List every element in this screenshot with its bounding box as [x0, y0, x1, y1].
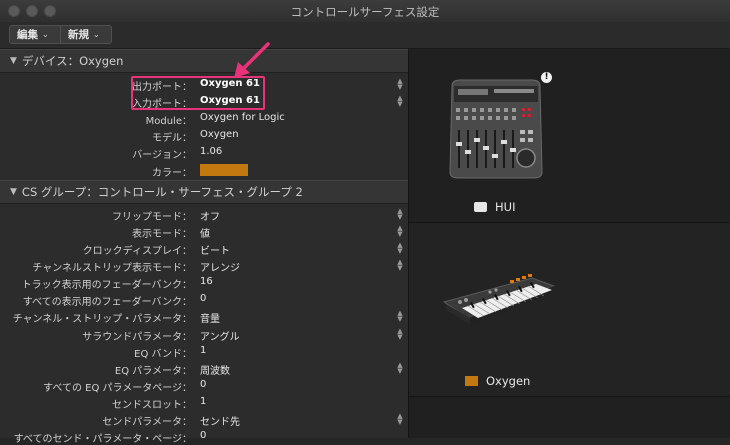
all-send-parameter-page-value[interactable]: 0	[200, 430, 206, 441]
annotation-arrow-icon	[234, 42, 270, 78]
surround-parameter-value[interactable]: アングル	[200, 328, 240, 343]
clock-display-row[interactable]: クロックディスプレイ： ビート ▲ ▼	[0, 240, 408, 258]
updown-stepper-icon[interactable]: ▲ ▼	[396, 208, 404, 221]
disclosure-triangle-icon[interactable]: ▼	[10, 56, 17, 66]
updown-stepper-icon[interactable]: ▲ ▼	[396, 95, 404, 108]
module-row: Module： Oxygen for Logic	[0, 110, 408, 127]
hui-device-name: HUI	[495, 200, 516, 214]
new-menu-label: 新規	[68, 29, 89, 41]
flip-mode-value[interactable]: オフ	[200, 208, 220, 223]
all-fader-bank-row[interactable]: すべての表示用のフェーダーバンク： 0	[0, 291, 408, 308]
edit-menu-label: 編集	[17, 29, 38, 41]
eq-parameter-label: EQ パラメータ：	[114, 366, 192, 377]
updown-stepper-icon[interactable]: ▲ ▼	[396, 413, 404, 426]
oxygen-device-label[interactable]: Oxygen	[465, 374, 530, 388]
eq-parameter-value[interactable]: 周波数	[200, 362, 230, 377]
eq-band-row[interactable]: EQ バンド： 1	[0, 343, 408, 360]
all-eq-parameter-page-value[interactable]: 0	[200, 379, 206, 390]
eq-band-label: EQ バンド：	[134, 349, 192, 360]
updown-stepper-icon[interactable]: ▲ ▼	[396, 310, 404, 323]
toolbar: 編集 ⌄ 新規 ⌄	[0, 22, 730, 49]
device-divider	[409, 396, 730, 397]
clock-display-label: クロックディスプレイ：	[82, 246, 192, 257]
disclosure-triangle-icon[interactable]: ▼	[10, 187, 17, 197]
oxygen-device-name: Oxygen	[486, 374, 531, 388]
eq-parameter-row[interactable]: EQ パラメータ： 周波数 ▲ ▼	[0, 360, 408, 378]
oxygen-color-swatch	[465, 376, 478, 386]
channel-strip-view-label: チャンネルストリップ表示モード：	[32, 263, 192, 274]
model-row: モデル： Oxygen	[0, 127, 408, 144]
updown-stepper-icon[interactable]: ▲ ▼	[396, 362, 404, 375]
version-label: バージョン：	[132, 150, 192, 161]
display-mode-row[interactable]: 表示モード： 値 ▲ ▼	[0, 223, 408, 241]
channel-strip-parameter-row[interactable]: チャンネル・ストリップ・パラメータ： 音量 ▲ ▼	[0, 308, 408, 326]
updown-stepper-icon[interactable]: ▲ ▼	[396, 242, 404, 255]
window-title: コントロールサーフェス設定	[290, 5, 440, 19]
all-send-parameter-page-row[interactable]: すべてのセンド・パラメータ・ページ： 0	[0, 428, 408, 445]
version-row: バージョン： 1.06	[0, 144, 408, 161]
all-fader-bank-value[interactable]: 0	[200, 293, 206, 304]
hui-color-swatch	[474, 202, 487, 212]
edit-menu-button[interactable]: 編集 ⌄	[9, 25, 61, 44]
send-slot-value[interactable]: 1	[200, 396, 206, 407]
all-fader-bank-label: すべての表示用のフェーダーバンク：	[22, 297, 192, 308]
channel-strip-view-value[interactable]: アレンジ	[200, 259, 240, 274]
module-label: Module：	[145, 116, 192, 127]
module-value: Oxygen for Logic	[200, 112, 285, 123]
channel-strip-parameter-value[interactable]: 音量	[200, 310, 220, 325]
display-mode-label: 表示モード：	[132, 229, 192, 240]
color-swatch[interactable]	[200, 164, 248, 176]
chevron-down-icon: ⌄	[93, 30, 100, 39]
device-section-title: デバイス：Oxygen	[21, 54, 124, 68]
track-fader-bank-value[interactable]: 16	[200, 276, 213, 287]
color-row[interactable]: カラー：	[0, 162, 408, 179]
hui-controller-icon[interactable]	[444, 76, 548, 182]
channel-strip-view-row[interactable]: チャンネルストリップ表示モード： アレンジ ▲ ▼	[0, 257, 408, 275]
send-slot-label: センドスロット：	[112, 400, 192, 411]
updown-stepper-icon[interactable]: ▲ ▼	[396, 78, 404, 91]
send-parameter-row[interactable]: センドパラメータ： センド先 ▲ ▼	[0, 411, 408, 429]
display-mode-value[interactable]: 値	[200, 225, 210, 240]
model-label: モデル：	[152, 133, 192, 144]
flip-mode-row[interactable]: フリップモード： オフ ▲ ▼	[0, 206, 408, 224]
track-fader-bank-label: トラック表示用のフェーダーバンク：	[21, 280, 192, 291]
updown-stepper-icon[interactable]: ▲ ▼	[396, 225, 404, 238]
send-parameter-label: センドパラメータ：	[102, 417, 192, 428]
color-label: カラー：	[152, 168, 192, 179]
channel-strip-parameter-label: チャンネル・ストリップ・パラメータ：	[12, 314, 192, 325]
new-menu-button[interactable]: 新規 ⌄	[60, 25, 112, 44]
surround-parameter-row[interactable]: サラウンドパラメータ： アングル ▲ ▼	[0, 326, 408, 344]
send-parameter-value[interactable]: センド先	[200, 413, 240, 428]
flip-mode-label: フリップモード：	[112, 212, 192, 223]
model-value: Oxygen	[200, 129, 239, 140]
chevron-down-icon: ⌄	[42, 30, 49, 39]
warning-badge-icon: !	[541, 72, 552, 83]
updown-stepper-icon[interactable]: ▲ ▼	[396, 328, 404, 341]
oxygen-keyboard-icon[interactable]	[440, 272, 558, 332]
group-section-title: CS グループ：コントロール・サーフェス・グループ 2	[21, 185, 303, 199]
surround-parameter-label: サラウンドパラメータ：	[82, 332, 192, 343]
device-section-header[interactable]: ▼ デバイス：Oxygen	[0, 49, 408, 73]
hui-device-label[interactable]: HUI	[474, 200, 515, 214]
track-fader-bank-row[interactable]: トラック表示用のフェーダーバンク： 16	[0, 274, 408, 291]
all-eq-parameter-page-label: すべての EQ パラメータページ：	[43, 383, 192, 394]
group-section-header[interactable]: ▼ CS グループ：コントロール・サーフェス・グループ 2	[0, 180, 408, 204]
clock-display-value[interactable]: ビート	[200, 242, 230, 257]
eq-band-value[interactable]: 1	[200, 345, 206, 356]
updown-stepper-icon[interactable]: ▲ ▼	[396, 259, 404, 272]
version-value: 1.06	[200, 146, 223, 157]
title-bar: コントロールサーフェス設定	[0, 0, 730, 23]
all-eq-parameter-page-row[interactable]: すべての EQ パラメータページ： 0	[0, 377, 408, 394]
send-slot-row[interactable]: センドスロット： 1	[0, 394, 408, 411]
